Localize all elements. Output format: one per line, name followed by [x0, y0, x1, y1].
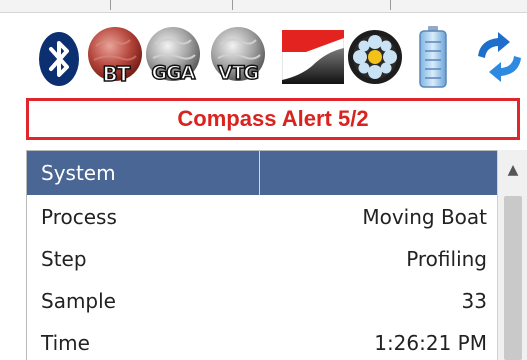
row-key: Sample: [41, 289, 116, 313]
compass-alert-banner: Compass Alert 5/2: [26, 98, 520, 140]
film-reel-icon[interactable]: [346, 28, 404, 90]
bt-label: BT: [102, 61, 131, 87]
chevron-up-icon: ▲: [507, 162, 519, 178]
header-column-divider[interactable]: [259, 151, 260, 195]
scroll-up-button[interactable]: ▲: [498, 150, 527, 190]
table-row[interactable]: Process Moving Boat: [27, 195, 497, 237]
gga-label: GGA: [151, 61, 196, 85]
toolbar-separator: [390, 0, 391, 10]
bluetooth-icon[interactable]: [36, 30, 82, 92]
row-value: 33: [461, 289, 487, 313]
status-icon-bar: BT GGA VTG: [0, 22, 527, 92]
table-row[interactable]: Sample 33: [27, 279, 497, 321]
gga-globe-icon[interactable]: GGA: [143, 24, 203, 94]
battery-icon[interactable]: [417, 26, 449, 92]
table-row[interactable]: Time 1:26:21 PM: [27, 321, 497, 360]
compass-alert-text: Compass Alert 5/2: [177, 106, 369, 131]
vtg-globe-icon[interactable]: VTG: [208, 24, 268, 94]
bt-globe-icon[interactable]: BT: [86, 24, 144, 94]
top-toolbar: [0, 0, 527, 13]
table-row[interactable]: Step Profiling: [27, 237, 497, 279]
row-key: Process: [41, 205, 117, 229]
refresh-icon[interactable]: [472, 30, 527, 88]
system-status-table: System Process Moving Boat Step Profilin…: [26, 150, 497, 360]
row-value: Moving Boat: [362, 205, 487, 229]
vtg-label: VTG: [217, 61, 260, 85]
row-value: Profiling: [406, 247, 487, 271]
vertical-scrollbar[interactable]: ▲: [497, 150, 527, 360]
header-column-system[interactable]: System: [41, 151, 116, 195]
row-key: Step: [41, 247, 87, 271]
depth-profile-icon[interactable]: [281, 29, 345, 88]
row-key: Time: [41, 331, 90, 355]
toolbar-separator: [232, 0, 233, 10]
table-header[interactable]: System: [27, 151, 497, 195]
scroll-thumb[interactable]: [504, 196, 522, 360]
row-value: 1:26:21 PM: [374, 331, 487, 355]
app-window: BT GGA VTG Compass Alert 5/2 System Proc…: [0, 0, 527, 360]
toolbar-separator: [110, 0, 111, 10]
